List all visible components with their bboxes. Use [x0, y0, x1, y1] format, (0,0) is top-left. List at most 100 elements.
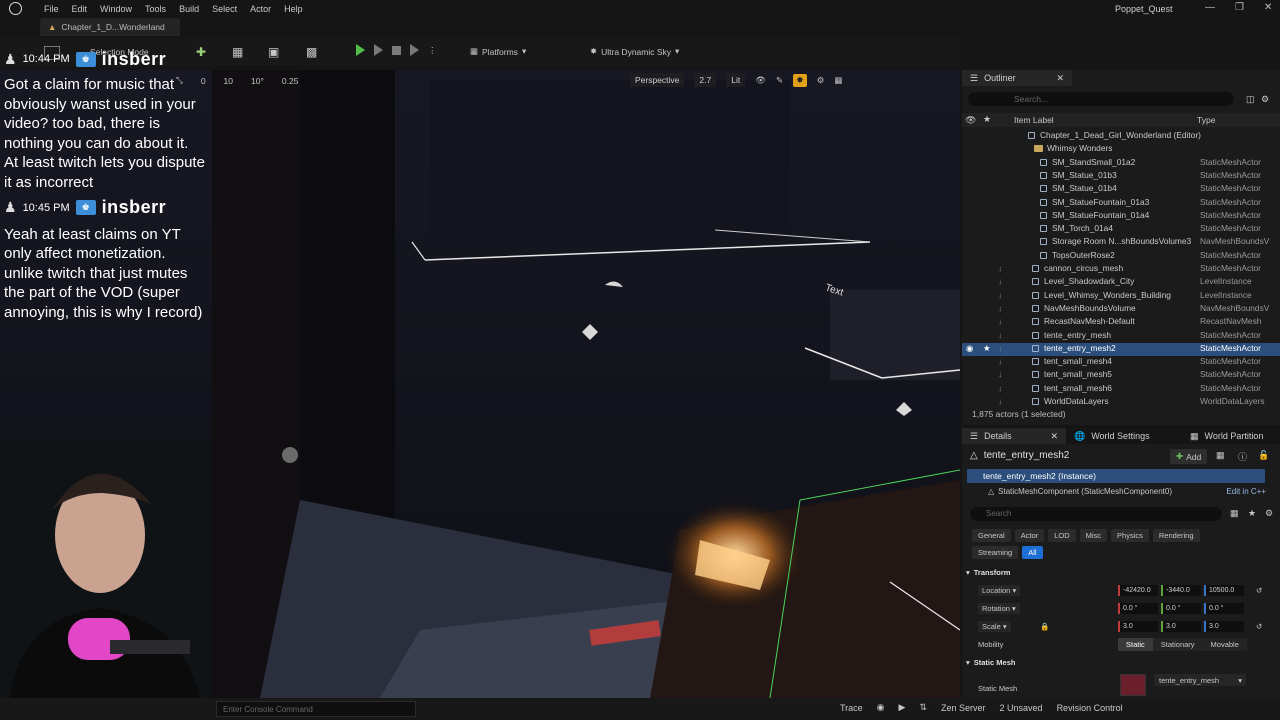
settings-icon[interactable]: ⚙	[817, 75, 825, 86]
location-z[interactable]: 10500.0	[1204, 584, 1244, 596]
filter-rendering[interactable]: Rendering	[1152, 529, 1200, 542]
outliner-search-input[interactable]: Search...	[968, 92, 1234, 106]
menu-select[interactable]: Select	[212, 4, 237, 14]
star-icon[interactable]: ★	[983, 114, 991, 125]
realtime-icon[interactable]: ✸	[793, 73, 807, 87]
static-mesh-dropdown[interactable]: tente_entry_mesh ▾	[1154, 674, 1246, 686]
menu-tools[interactable]: Tools	[145, 4, 166, 14]
lock-icon[interactable]: 🔓	[1258, 450, 1269, 461]
instance-row[interactable]: tente_entry_mesh2 (Instance)	[967, 469, 1265, 483]
unreal-logo-icon[interactable]	[9, 2, 22, 15]
pin-icon[interactable]: ↓	[998, 263, 1002, 273]
close-icon[interactable]: ✕	[1264, 2, 1272, 13]
level-tab[interactable]: ▲ Chapter_1_D...Wonderland	[40, 18, 180, 36]
record-icon[interactable]: ◉	[877, 702, 885, 713]
transform-section-header[interactable]: ▾ Transform	[966, 566, 1266, 578]
outliner-row[interactable]: ↓ RecastNavMesh-Default RecastNavMesh	[962, 316, 1280, 329]
table-icon[interactable]: ▦	[1230, 508, 1239, 519]
scale-label[interactable]: Scale ▾	[978, 620, 1011, 632]
minimize-icon[interactable]: —	[1205, 2, 1215, 13]
world-settings-tab[interactable]: 🌐 World Settings	[1066, 428, 1182, 444]
outliner-row[interactable]: SM_StandSmall_01a2 StaticMeshActor	[962, 157, 1280, 170]
visibility-icon[interactable]: ◉	[966, 343, 973, 353]
component-row[interactable]: △ StaticMeshComponent (StaticMeshCompone…	[988, 487, 1266, 496]
pin-icon[interactable]: ↓	[998, 369, 1002, 379]
filter-physics[interactable]: Physics	[1111, 529, 1149, 542]
pin-icon[interactable]: ↓	[998, 330, 1002, 340]
location-label[interactable]: Location ▾	[978, 584, 1021, 596]
filter-all[interactable]: All	[1022, 546, 1043, 559]
mobility-static[interactable]: Static	[1118, 637, 1153, 651]
close-icon[interactable]: ✕	[1056, 73, 1064, 84]
item-label-column[interactable]: Item Label	[1014, 115, 1054, 125]
pin-icon[interactable]: ↓	[998, 276, 1002, 286]
filter-streaming[interactable]: Streaming	[972, 546, 1019, 559]
pin-icon[interactable]: ↓	[998, 343, 1002, 353]
gear-icon[interactable]: ⚙	[1261, 94, 1269, 105]
sky-button[interactable]: ✸ Ultra Dynamic Sky ▾	[590, 46, 679, 57]
gear-icon[interactable]: ⚙	[1265, 508, 1273, 519]
outliner-row[interactable]: ↓ WorldDataLayers WorldDataLayers	[962, 396, 1280, 409]
reset-icon[interactable]: ↺	[1256, 622, 1262, 631]
camera-speed-icon[interactable]: ✎	[776, 75, 783, 86]
rotation-label[interactable]: Rotation ▾	[978, 602, 1020, 614]
filter-lod[interactable]: LOD	[1048, 529, 1076, 542]
rotation-x[interactable]: 0.0 °	[1118, 602, 1158, 614]
outliner-row[interactable]: SM_Torch_01a4 StaticMeshActor	[962, 223, 1280, 236]
outliner-row[interactable]: ↓ ◉ ★ tente_entry_mesh2 StaticMeshActor	[962, 342, 1280, 357]
menu-actor[interactable]: Actor	[250, 4, 271, 14]
eject-icon[interactable]	[410, 44, 419, 56]
reset-icon[interactable]: ↺	[1256, 586, 1262, 595]
details-search-input[interactable]: Search	[970, 507, 1222, 521]
outliner-row[interactable]: ↓ cannon_circus_mesh StaticMeshActor	[962, 263, 1280, 276]
outliner-row[interactable]: ↓ tent_small_mesh4 StaticMeshActor	[962, 356, 1280, 369]
add-component-button[interactable]: ✚ Add	[1170, 449, 1208, 464]
perspective-button[interactable]: Perspective	[630, 73, 685, 87]
pin-icon[interactable]: ↓	[998, 383, 1002, 393]
zen-server-button[interactable]: Zen Server	[941, 703, 986, 713]
outliner-row[interactable]: TopsOuterRose2 StaticMeshActor	[962, 250, 1280, 263]
rotation-z[interactable]: 0.0 °	[1204, 602, 1244, 614]
restore-icon[interactable]: ❐	[1235, 2, 1244, 13]
scale-snap-value[interactable]: 0.25	[282, 76, 299, 86]
pin-icon[interactable]: ↓	[998, 290, 1002, 300]
star-icon[interactable]: ★	[1248, 508, 1256, 519]
revision-control-button[interactable]: Revision Control	[1057, 703, 1123, 713]
type-column[interactable]: Type	[1197, 115, 1215, 125]
details-tab[interactable]: ☰ Details ✕	[962, 428, 1066, 444]
menu-edit[interactable]: Edit	[72, 4, 88, 14]
pin-icon[interactable]: ↓	[998, 396, 1002, 406]
sequencer-icon[interactable]: ▩	[306, 45, 317, 59]
scale-x[interactable]: 3.0	[1118, 620, 1158, 632]
edit-cpp-link[interactable]: Edit in C++	[1226, 487, 1266, 496]
outliner-row[interactable]: ↓ tent_small_mesh5 StaticMeshActor	[962, 369, 1280, 382]
static-mesh-section-header[interactable]: ▾ Static Mesh	[966, 656, 1266, 668]
cinematics-icon[interactable]: ▣	[268, 45, 279, 59]
layout-icon[interactable]: ▦	[834, 75, 842, 86]
pin-icon[interactable]: ↓	[998, 303, 1002, 313]
more-options-icon[interactable]: ⋮	[428, 45, 437, 56]
lock-icon[interactable]: 🔒	[1040, 622, 1049, 631]
mobility-stationary[interactable]: Stationary	[1152, 637, 1203, 651]
playback-icon[interactable]: ▶	[899, 702, 906, 713]
mobility-movable[interactable]: Movable	[1202, 637, 1247, 651]
blueprint-icon[interactable]: ▦	[232, 45, 243, 59]
outliner-row[interactable]: SM_Statue_01b4 StaticMeshActor	[962, 183, 1280, 196]
filter-general[interactable]: General	[972, 529, 1011, 542]
visibility-icon[interactable]: 👁	[965, 115, 976, 126]
fov-value[interactable]: 2.7	[694, 73, 717, 87]
outliner-row[interactable]: ↓ tent_small_mesh6 StaticMeshActor	[962, 383, 1280, 396]
add-folder-icon[interactable]: ◫	[1246, 94, 1255, 105]
outliner-row[interactable]: Storage Room N...shBoundsVolume3 NavMeshB…	[962, 236, 1280, 249]
play-icon[interactable]	[356, 44, 365, 56]
location-x[interactable]: -42420.0	[1118, 584, 1158, 596]
menu-build[interactable]: Build	[179, 4, 199, 14]
show-icon[interactable]: 👁	[755, 75, 766, 86]
outliner-row[interactable]: ↓ Level_Whimsy_Wonders_Building LevelInsta…	[962, 290, 1280, 303]
grid-size-value[interactable]: 10	[224, 76, 233, 86]
outliner-row[interactable]: SM_StatueFountain_01a4 StaticMeshActor	[962, 210, 1280, 223]
stop-icon[interactable]	[392, 45, 401, 55]
filter-misc[interactable]: Misc	[1079, 529, 1108, 542]
trace-button[interactable]: Trace	[840, 703, 863, 713]
blueprint-icon[interactable]: ▦	[1216, 450, 1225, 461]
